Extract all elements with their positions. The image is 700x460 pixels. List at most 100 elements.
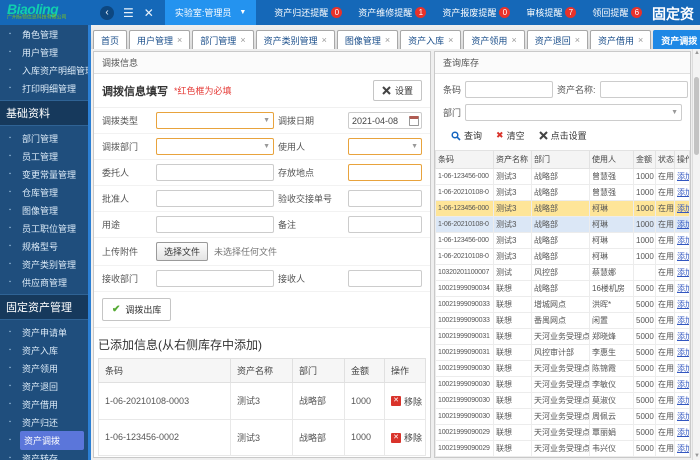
sidebar-item[interactable]: ▪ 资产入库 [0,341,88,359]
table-cell: 1000 [633,248,656,265]
approver-input[interactable] [156,190,274,207]
collapse-icon[interactable]: ‹ [100,5,114,20]
tab-close-icon[interactable]: × [511,35,516,45]
tab-close-icon[interactable]: × [385,35,390,45]
tab-close-icon[interactable]: × [448,35,453,45]
search-button[interactable]: 查询 [451,129,482,142]
sidebar-item[interactable]: ▪ 资产退回 [0,377,88,395]
tab-item[interactable]: 用户管理 × [129,30,191,49]
menu-icon[interactable]: ☰ [123,6,134,20]
sidebar-item[interactable]: ▪ 资产调拨 [0,430,88,450]
tab-close-icon[interactable]: × [575,35,580,45]
tab-close-icon[interactable]: × [638,35,643,45]
sidebar-item[interactable]: ▪ 打印明细管理 [0,79,88,97]
scrollbar[interactable]: ▲ ▼ [692,49,700,460]
scroll-down-icon[interactable]: ▼ [693,453,700,459]
add-link[interactable]: 添加 [677,380,689,389]
add-link[interactable]: 添加 [677,348,689,357]
remove-button[interactable]: ✕ 移除 [391,395,422,408]
sidebar-item[interactable]: ▪ 资产借用 [0,395,88,413]
transfer-submit-button[interactable]: ✔ 调拨出库 [102,298,172,321]
tab-item[interactable]: 图像管理 × [336,30,399,49]
dept-filter-select[interactable] [465,104,682,121]
scroll-up-icon[interactable]: ▲ [693,50,700,56]
barcode-cell: 1-06-20210108-0 [435,216,494,233]
tab-close-icon[interactable]: × [322,35,327,45]
sidebar-item[interactable]: ▪ 资产类别管理 [0,255,88,273]
sidebar-item[interactable]: ▪ 供应商管理 [0,273,88,291]
sidebar-item[interactable]: ▪ 图像管理 [0,201,88,219]
calendar-icon[interactable] [409,116,419,126]
sidebar-item[interactable]: ▪ 入库资产明细管理 [0,61,88,79]
tab-close-icon[interactable]: × [177,35,182,45]
table-cell: 覃丽娟 [589,424,634,441]
tab-item[interactable]: 资产入库 × [400,30,462,49]
sidebar-item[interactable]: ▪ 资产转存 [0,449,88,460]
tab-item[interactable]: 资产类别管理 × [255,30,335,49]
sidebar-item[interactable]: ▪ 资产领用 [0,359,88,377]
add-link[interactable]: 添加 [677,252,689,261]
sidebar-item-label: 资产归还 [22,417,59,428]
notification-item[interactable]: 资产维修提醒 1 [358,6,427,19]
transfer-type-select[interactable] [156,112,274,129]
add-link[interactable]: 添加 [677,204,689,213]
user-menu-button[interactable]: 实验室:管理员 ▼ [164,0,257,25]
add-link[interactable]: 添加 [677,428,689,437]
table-row: 10021999090033联想番禺网点闲置5000在用添加 [435,312,690,329]
transfer-dept-select[interactable] [156,138,274,155]
consignor-input[interactable] [156,164,274,181]
add-link[interactable]: 添加 [677,364,689,373]
sidebar-item[interactable]: ▪ 仓库管理 [0,183,88,201]
sidebar-item[interactable]: ▪ 员工职位管理 [0,219,88,237]
choose-file-button[interactable]: 选择文件 [156,242,209,261]
add-link[interactable]: 添加 [677,236,689,245]
tab-item[interactable]: 资产借用 × [589,30,652,49]
remove-button[interactable]: ✕ 移除 [391,431,422,444]
receive-dept-input[interactable] [156,270,274,287]
storage-location-input[interactable] [348,164,422,181]
clear-button[interactable]: ✖ 清空 [496,129,525,142]
notification-item[interactable]: 审核提醒 7 [526,6,577,19]
notification-item[interactable]: 领回提醒 6 [592,6,643,19]
tab-item[interactable]: 首页 [93,30,128,49]
remark-input[interactable] [348,216,422,233]
add-link[interactable]: 添加 [677,220,689,229]
form-row: 批准人 验收交接单号 [94,186,430,212]
tab-close-icon[interactable]: × [240,35,245,45]
column-header: 状态 [655,150,675,169]
receiver-input[interactable] [348,270,422,287]
add-link[interactable]: 添加 [677,268,689,277]
asset-name-filter-input[interactable] [599,81,688,98]
sidebar-item[interactable]: ▪ 员工管理 [0,147,88,165]
tab-item[interactable]: 部门管理 × [192,30,254,49]
sidebar-item[interactable]: ▪ 规格型号 [0,237,88,255]
add-link[interactable]: 添加 [677,332,689,341]
receipt-no-input[interactable] [348,190,422,207]
close-icon[interactable]: ✕ [144,6,154,20]
purpose-input[interactable] [156,216,274,233]
notification-item[interactable]: 资产归还提醒 0 [274,6,343,19]
add-link[interactable]: 添加 [677,396,689,405]
barcode-filter-input[interactable] [465,81,554,98]
sidebar-item[interactable]: ▪ 资产申请单 [0,323,88,341]
tab-item[interactable]: 资产领用 × [463,30,525,49]
notification-item[interactable]: 资产报废提醒 0 [442,6,511,19]
scrollbar-thumb[interactable] [694,77,699,155]
sidebar-item[interactable]: ▪ 角色管理 [0,25,88,43]
sidebar-item[interactable]: ▪ 资产归还 [0,413,88,431]
add-link[interactable]: 添加 [677,172,689,181]
click-settings-button[interactable]: 点击设置 [538,129,587,142]
add-link[interactable]: 添加 [677,444,689,453]
sidebar-item[interactable]: ▪ 变更常量管理 [0,165,88,183]
sidebar-item[interactable]: ▪ 用户管理 [0,43,88,61]
add-link[interactable]: 添加 [677,188,689,197]
add-link[interactable]: 添加 [677,300,689,309]
tab-active[interactable]: 资产调拨 [653,30,700,49]
sidebar-item[interactable]: ▪ 部门管理 [0,129,88,147]
add-link[interactable]: 添加 [677,316,689,325]
settings-button[interactable]: 设置 [372,80,422,101]
add-link[interactable]: 添加 [677,412,689,421]
user-select[interactable] [348,138,422,155]
tab-item[interactable]: 资产退回 × [526,30,588,49]
add-link[interactable]: 添加 [677,284,689,293]
